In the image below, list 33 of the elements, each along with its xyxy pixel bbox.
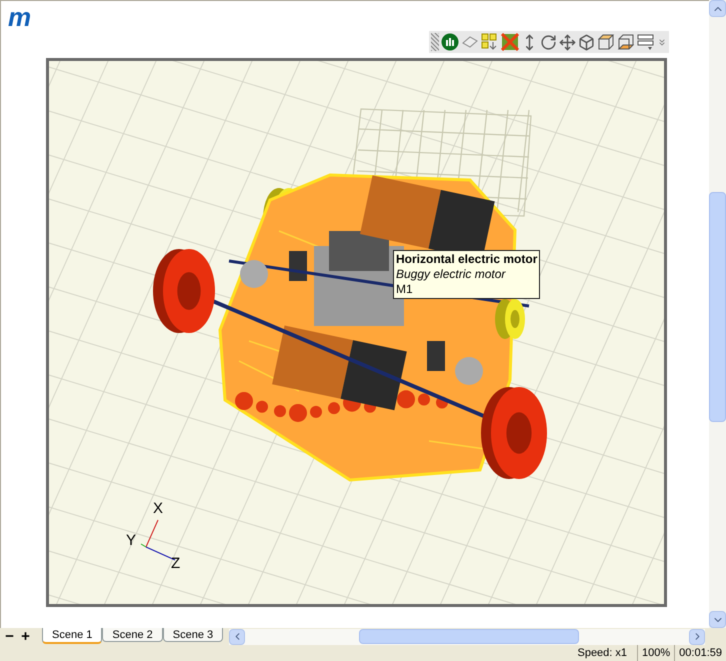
tooltip-title: Horizontal electric motor: [396, 252, 538, 267]
zoom-status: 100%: [638, 644, 676, 661]
scroll-right-button[interactable]: [689, 628, 706, 644]
horizontal-scrollbar[interactable]: [229, 628, 706, 644]
scroll-thumb[interactable]: [709, 192, 726, 422]
scene-tab[interactable]: Scene 1: [42, 628, 102, 644]
cross-grid-icon[interactable]: [501, 33, 519, 51]
cube-top-icon[interactable]: [597, 33, 615, 51]
zoom-button[interactable]: +: [19, 630, 32, 644]
app-logo: m: [8, 5, 32, 29]
time-status: 00:01:59: [678, 646, 723, 661]
zoom-button[interactable]: −: [3, 630, 16, 644]
cube-bottom-icon[interactable]: [617, 33, 635, 51]
vertical-scrollbar[interactable]: [709, 0, 726, 628]
tooltip-subtitle: Buggy electric motor: [396, 267, 507, 282]
axis-x-label: X: [153, 501, 164, 517]
scroll-down-button[interactable]: [709, 611, 726, 628]
toolbar-grip-icon: [431, 33, 439, 51]
scroll-up-button[interactable]: [709, 0, 726, 17]
axis-z-label: Z: [171, 556, 180, 572]
grid-arrow-icon[interactable]: [481, 33, 499, 51]
scroll-thumb[interactable]: [359, 629, 580, 644]
speed-status: Speed: x1: [577, 644, 638, 661]
scene-tab[interactable]: Scene 2: [102, 628, 163, 642]
axis-y-label: Y: [126, 533, 136, 549]
cube-dropdown-icon[interactable]: [578, 34, 595, 50]
scroll-left-button[interactable]: [229, 628, 246, 644]
layout-dropdown-icon[interactable]: [637, 33, 655, 51]
tooltip-reference: M1: [396, 282, 414, 297]
3d-viewport[interactable]: Horizontal electric motor Buggy electric motor M1 X Y Z: [46, 58, 667, 607]
scene-tab[interactable]: Scene 3: [162, 628, 224, 642]
move-icon[interactable]: [559, 34, 576, 50]
rotate-icon[interactable]: [540, 34, 557, 50]
